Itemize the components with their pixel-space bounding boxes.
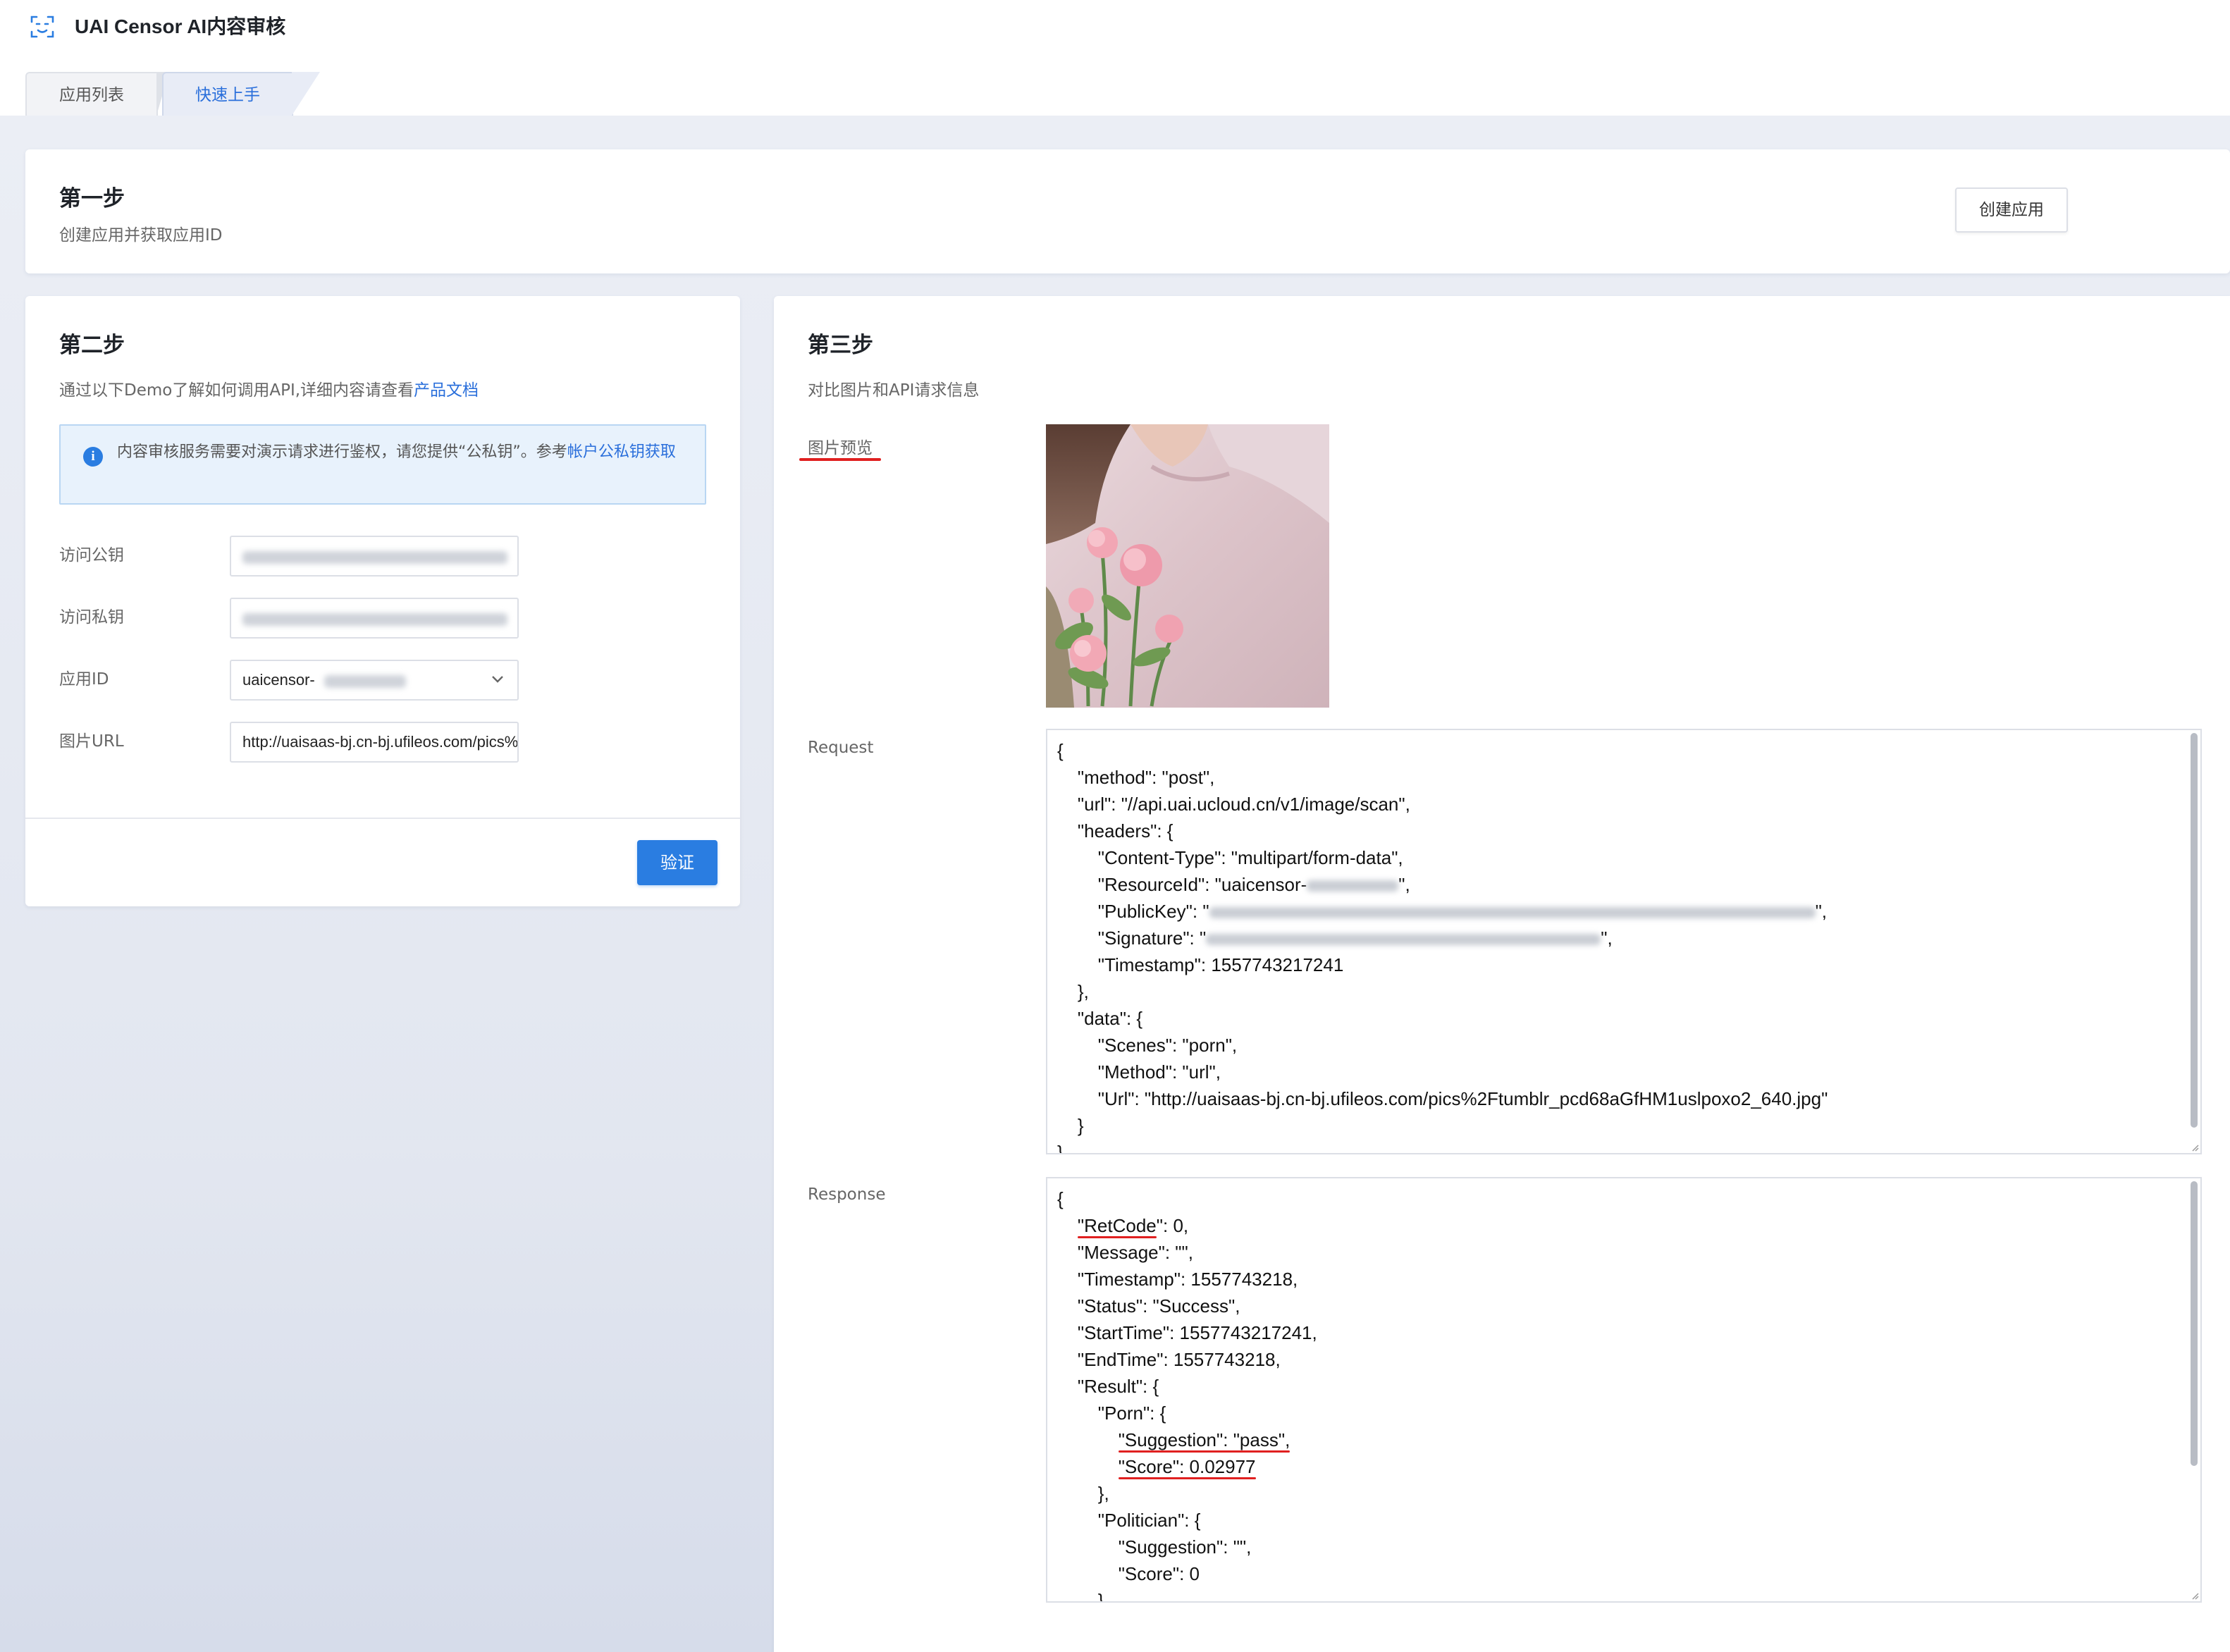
- public-key-input[interactable]: [230, 536, 519, 577]
- preview-image: [1046, 424, 1329, 708]
- key-pair-link[interactable]: 帐户公私钥获取: [567, 443, 676, 461]
- app-id-value: uaicensor-: [242, 671, 315, 689]
- step2-card: 第二步 通过以下Demo了解如何调用API,详细内容请查看产品文档 i 内容审核…: [25, 296, 740, 906]
- scan-face-icon: [30, 16, 54, 38]
- annotation-underline: [799, 458, 881, 461]
- redacted-value: [242, 613, 507, 626]
- score-highlight: "Score": 0.02977: [1118, 1456, 1256, 1477]
- image-url-label: 图片URL: [59, 732, 124, 751]
- chevron-down-icon: [492, 676, 503, 683]
- info-circle-icon: i: [83, 447, 103, 467]
- redacted-value: [324, 675, 406, 688]
- request-scrollbar[interactable]: [2191, 733, 2198, 1128]
- request-label: Request: [808, 739, 874, 757]
- step2-subtitle: 通过以下Demo了解如何调用API,详细内容请查看产品文档: [59, 376, 479, 400]
- request-code-box[interactable]: { "method": "post", "url": "//api.uai.uc…: [1046, 729, 2202, 1154]
- response-code-box[interactable]: { "RetCode": 0, "Message": "", "Timestam…: [1046, 1177, 2202, 1603]
- step3-title: 第三步: [808, 333, 873, 358]
- request-code: { "method": "post", "url": "//api.uai.uc…: [1057, 740, 1828, 1154]
- tab-quick-start[interactable]: 快速上手: [162, 72, 320, 116]
- step3-subtitle: 对比图片和API请求信息: [808, 381, 980, 400]
- step1-card: 第一步 创建应用并获取应用ID 创建应用: [25, 149, 2230, 273]
- auth-info-text: 内容审核服务需要对演示请求进行鉴权，请您提供“公私钥”。参考帐户公私钥获取: [117, 440, 681, 465]
- step2-subtitle-text: 通过以下Demo了解如何调用API,详细内容请查看: [59, 381, 414, 400]
- step1-subtitle: 创建应用并获取应用ID: [59, 226, 223, 245]
- step2-title: 第二步: [59, 333, 125, 358]
- app-id-label: 应用ID: [59, 670, 109, 689]
- product-docs-link[interactable]: 产品文档: [414, 381, 479, 400]
- app-id-select[interactable]: uaicensor-: [230, 660, 519, 701]
- resize-handle-icon[interactable]: [2191, 1143, 2199, 1152]
- response-label: Response: [808, 1185, 886, 1204]
- app-title: UAI Censor AI内容审核: [75, 16, 286, 37]
- response-scrollbar[interactable]: [2191, 1181, 2198, 1466]
- public-key-label: 访问公钥: [59, 546, 124, 565]
- private-key-input[interactable]: [230, 598, 519, 639]
- app-header: UAI Censor AI内容审核 应用列表 快速上手: [0, 0, 2230, 116]
- page-background-lower: [0, 1140, 774, 1652]
- response-code: { "RetCode": 0, "Message": "", "Timestam…: [1057, 1188, 1317, 1603]
- suggestion-highlight: "Suggestion": "pass",: [1118, 1429, 1290, 1450]
- retcode-highlight: "RetCode: [1077, 1215, 1157, 1236]
- verify-button[interactable]: 验证: [637, 840, 717, 885]
- image-url-input[interactable]: http://uaisaas-bj.cn-bj.ufileos.com/pics…: [230, 722, 519, 763]
- auth-info-message: 内容审核服务需要对演示请求进行鉴权，请您提供“公私钥”。参考: [117, 443, 567, 461]
- step3-card: 第三步 对比图片和API请求信息 图片预览 Request {"method"…: [774, 296, 2230, 1652]
- redacted-value: [242, 551, 507, 564]
- tab-app-list[interactable]: 应用列表: [25, 72, 169, 116]
- resize-handle-icon[interactable]: [2191, 1591, 2199, 1600]
- divider: [25, 818, 740, 819]
- step1-title: 第一步: [59, 186, 125, 211]
- image-preview-label: 图片预览: [808, 439, 873, 457]
- private-key-label: 访问私钥: [59, 608, 124, 627]
- image-url-value: http://uaisaas-bj.cn-bj.ufileos.com/pics…: [242, 733, 519, 751]
- auth-info-alert: i 内容审核服务需要对演示请求进行鉴权，请您提供“公私钥”。参考帐户公私钥获取: [59, 424, 706, 505]
- create-app-button[interactable]: 创建应用: [1955, 187, 2068, 233]
